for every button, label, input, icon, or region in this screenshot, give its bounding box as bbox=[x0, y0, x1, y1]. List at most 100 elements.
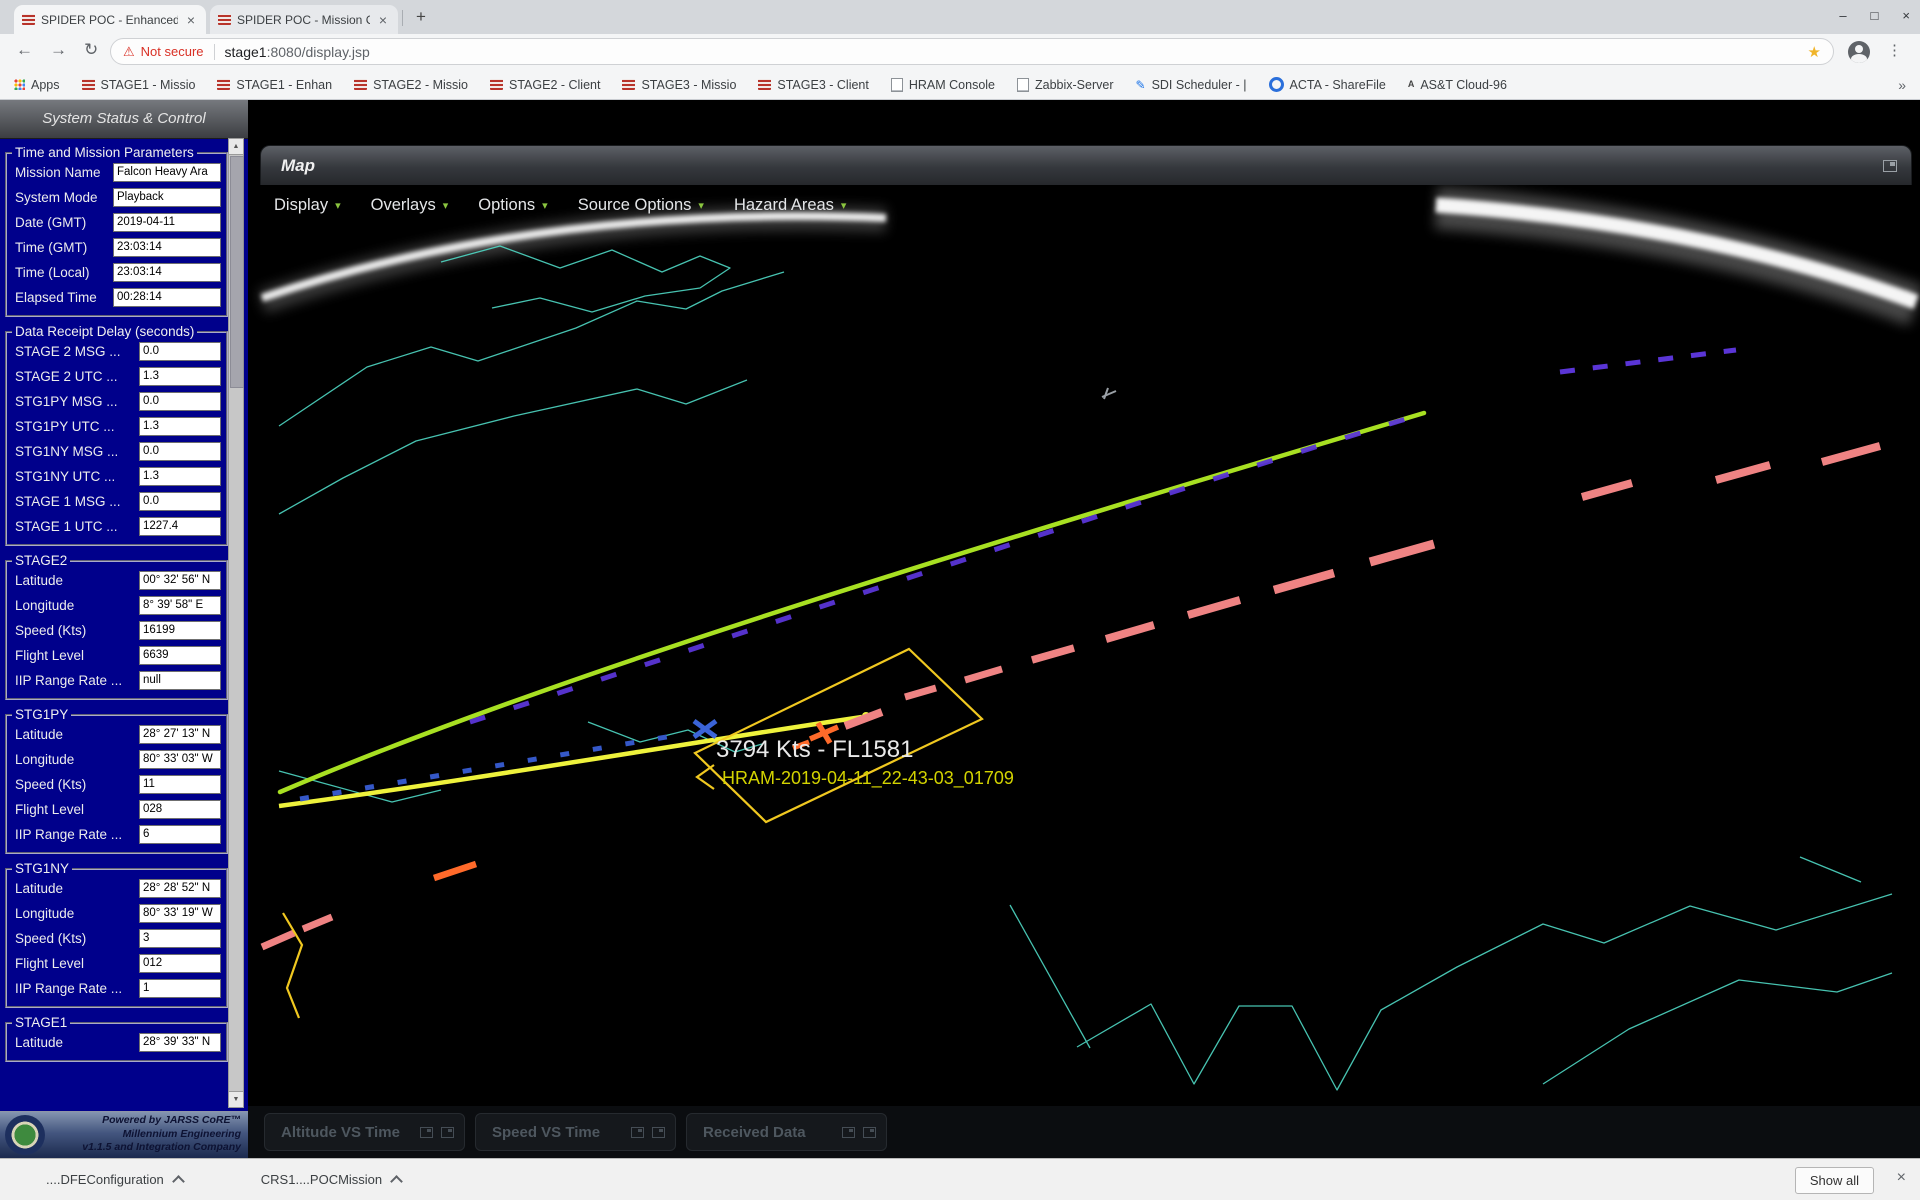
field-value[interactable]: 0.0 bbox=[139, 442, 221, 461]
field-value[interactable]: 8° 39' 58" E bbox=[139, 596, 221, 615]
field-value[interactable]: null bbox=[139, 671, 221, 690]
close-icon[interactable]: × bbox=[1902, 7, 1910, 25]
tab-close-icon[interactable]: × bbox=[376, 12, 390, 28]
field-value[interactable]: 012 bbox=[139, 954, 221, 973]
field-row-latitude: Latitude28° 39' 33" N bbox=[12, 1030, 221, 1055]
bookmark-item-stage3-client[interactable]: STAGE3 - Client bbox=[758, 78, 868, 92]
show-all-button[interactable]: Show all bbox=[1795, 1167, 1874, 1194]
field-value[interactable]: Falcon Heavy Ara bbox=[113, 163, 221, 182]
field-value[interactable]: 23:03:14 bbox=[113, 263, 221, 282]
field-value[interactable]: 0.0 bbox=[139, 392, 221, 411]
field-value[interactable]: 3 bbox=[139, 929, 221, 948]
map-canvas[interactable]: 3794 Kts - FL1581 HRAM-2019-04-11_22-43-… bbox=[248, 100, 1920, 1158]
panel-speed-vs-time[interactable]: Speed VS Time bbox=[475, 1113, 676, 1151]
bookmark-item-hram-console[interactable]: HRAM Console bbox=[891, 78, 995, 92]
not-secure-label[interactable]: Not secure bbox=[141, 44, 204, 59]
bookmark-item-acta-sharefile[interactable]: ACTA - ShareFile bbox=[1269, 77, 1386, 92]
forward-icon[interactable]: → bbox=[50, 40, 67, 60]
chevron-up-icon[interactable] bbox=[172, 1175, 185, 1188]
menu-hazard-areas[interactable]: Hazard Areas▾ bbox=[734, 196, 847, 215]
bookmark-item-as-t-cloud-96[interactable]: AAS&T Cloud-96 bbox=[1408, 78, 1507, 92]
bookmark-item-sdi-scheduler[interactable]: ✎SDI Scheduler - | bbox=[1136, 78, 1247, 92]
panel-altitude-vs-time[interactable]: Altitude VS Time bbox=[264, 1113, 465, 1151]
download-item-dfeconfiguration[interactable]: ....DFEConfiguration bbox=[46, 1172, 183, 1187]
map-panel-header[interactable]: Map bbox=[260, 145, 1912, 185]
address-bar[interactable]: ⚠ Not secure stage1 :8080/display.jsp ★ bbox=[110, 38, 1834, 65]
back-icon[interactable]: ← bbox=[16, 40, 33, 60]
field-value[interactable]: 00:28:14 bbox=[113, 288, 221, 307]
reload-icon[interactable]: ↻ bbox=[84, 40, 98, 60]
field-value[interactable]: 80° 33' 19" W bbox=[139, 904, 221, 923]
field-value[interactable]: 11 bbox=[139, 775, 221, 794]
field-value[interactable]: 1227.4 bbox=[139, 517, 221, 536]
not-secure-warning-icon[interactable]: ⚠ bbox=[123, 44, 135, 60]
popout-icon[interactable] bbox=[441, 1127, 454, 1138]
scroll-down-icon[interactable]: ▼ bbox=[228, 1091, 244, 1108]
field-value[interactable]: 00° 32' 56" N bbox=[139, 571, 221, 590]
menu-options[interactable]: Options▾ bbox=[478, 196, 547, 215]
field-value[interactable]: 1.3 bbox=[139, 467, 221, 486]
menu-source-options[interactable]: Source Options▾ bbox=[578, 196, 704, 215]
bookmarks-overflow-icon[interactable]: » bbox=[1898, 77, 1906, 93]
field-value[interactable]: 028 bbox=[139, 800, 221, 819]
profile-avatar-icon[interactable] bbox=[1848, 41, 1870, 63]
scroll-up-icon[interactable]: ▲ bbox=[228, 138, 244, 155]
field-label: Time (GMT) bbox=[15, 240, 113, 255]
maximize-icon[interactable]: □ bbox=[1871, 7, 1879, 25]
download-item-crs1-pocmission[interactable]: CRS1....POCMission bbox=[261, 1172, 401, 1187]
field-value[interactable]: 6 bbox=[139, 825, 221, 844]
bookmark-item-stage3-missio[interactable]: STAGE3 - Missio bbox=[622, 78, 736, 92]
field-value[interactable]: 6639 bbox=[139, 646, 221, 665]
field-value[interactable]: 0.0 bbox=[139, 492, 221, 511]
minimize-icon[interactable]: – bbox=[1839, 7, 1846, 25]
bookmark-star-icon[interactable]: ★ bbox=[1808, 43, 1821, 61]
small-aircraft-marker bbox=[1102, 388, 1116, 399]
downloads-close-icon[interactable]: × bbox=[1897, 1169, 1906, 1187]
field-label: Latitude bbox=[15, 573, 139, 588]
tab-close-icon[interactable]: × bbox=[184, 12, 198, 28]
field-value[interactable]: 80° 33' 03" W bbox=[139, 750, 221, 769]
field-value[interactable]: 2019-04-11 bbox=[113, 213, 221, 232]
field-value[interactable]: 1 bbox=[139, 979, 221, 998]
panel-received-data[interactable]: Received Data bbox=[686, 1113, 887, 1151]
tab-divider bbox=[402, 10, 403, 26]
field-value[interactable]: 0.0 bbox=[139, 342, 221, 361]
field-value[interactable]: 28° 39' 33" N bbox=[139, 1033, 221, 1052]
bookmark-item-stage2-missio[interactable]: STAGE2 - Missio bbox=[354, 78, 468, 92]
sidebar-scrollbar[interactable]: ▲ ▼ bbox=[228, 138, 244, 1108]
menu-display[interactable]: Display▾ bbox=[274, 196, 341, 215]
browser-menu-kebab-icon[interactable]: ⋮ bbox=[1887, 41, 1902, 59]
section-legend: STAGE1 bbox=[12, 1015, 70, 1030]
stg1ny-x-marker[interactable] bbox=[694, 721, 716, 737]
bookmark-item-stage2-client[interactable]: STAGE2 - Client bbox=[490, 78, 600, 92]
field-value[interactable]: 1.3 bbox=[139, 367, 221, 386]
field-row-latitude: Latitude28° 28' 52" N bbox=[12, 876, 221, 901]
field-value[interactable]: 28° 27' 13" N bbox=[139, 725, 221, 744]
bookmark-item-stage1-enhan[interactable]: STAGE1 - Enhan bbox=[217, 78, 332, 92]
popout-icon[interactable] bbox=[631, 1127, 644, 1138]
field-value[interactable]: 1.3 bbox=[139, 417, 221, 436]
field-value[interactable]: 28° 28' 52" N bbox=[139, 879, 221, 898]
field-value[interactable]: 16199 bbox=[139, 621, 221, 640]
field-value[interactable]: Playback bbox=[113, 188, 221, 207]
scrollbar-thumb[interactable] bbox=[230, 156, 244, 388]
tab-enhanced-display[interactable]: SPIDER POC - Enhanced Sp × bbox=[14, 5, 206, 34]
popout-icon[interactable] bbox=[652, 1127, 665, 1138]
new-tab-button[interactable]: + bbox=[410, 7, 432, 29]
popout-icon[interactable] bbox=[863, 1127, 876, 1138]
field-label: STAGE 2 MSG ... bbox=[15, 344, 139, 359]
bookmark-item-stage1-missio[interactable]: STAGE1 - Missio bbox=[82, 78, 196, 92]
field-label: Flight Level bbox=[15, 956, 139, 971]
bookmark-item-zabbix-server[interactable]: Zabbix-Server bbox=[1017, 78, 1114, 92]
field-row-stage-1-msg: STAGE 1 MSG ...0.0 bbox=[12, 489, 221, 514]
popout-icon[interactable] bbox=[1883, 160, 1897, 172]
field-value[interactable]: 23:03:14 bbox=[113, 238, 221, 257]
menu-overlays[interactable]: Overlays▾ bbox=[371, 196, 449, 215]
field-row-iip-range-rate: IIP Range Rate ...null bbox=[12, 668, 221, 693]
bookmark-item-apps[interactable]: Apps bbox=[14, 78, 60, 92]
popout-icon[interactable] bbox=[842, 1127, 855, 1138]
tab-mission-control[interactable]: SPIDER POC - Mission Con × bbox=[210, 5, 398, 34]
chevron-up-icon[interactable] bbox=[390, 1175, 403, 1188]
field-row-flight-level: Flight Level012 bbox=[12, 951, 221, 976]
popout-icon[interactable] bbox=[420, 1127, 433, 1138]
